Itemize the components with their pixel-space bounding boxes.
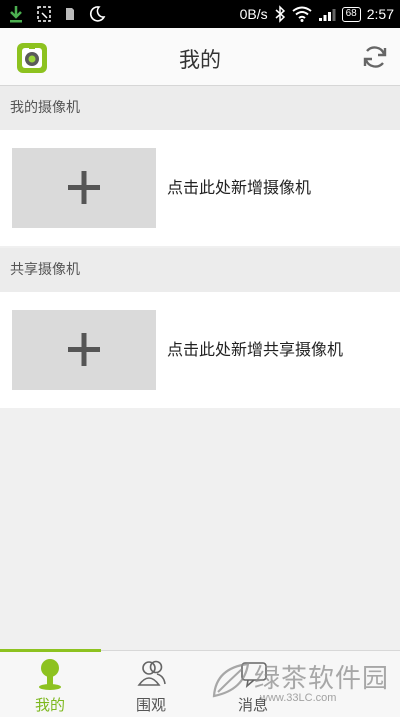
status-bar: 0B/s 68 2:57 <box>0 0 400 28</box>
signal-icon <box>318 9 336 21</box>
network-speed: 0B/s <box>239 6 268 22</box>
refresh-icon[interactable] <box>360 42 390 72</box>
status-right: 0B/s 68 2:57 <box>240 0 394 28</box>
plus-icon <box>68 333 100 366</box>
screenshot-icon <box>37 6 51 22</box>
bluetooth-icon <box>275 5 285 23</box>
add-camera-label[interactable]: 点击此处新增摄像机 <box>167 130 311 246</box>
add-shared-camera-label[interactable]: 点击此处新增共享摄像机 <box>167 292 343 408</box>
add-shared-camera-button[interactable] <box>12 310 156 390</box>
plus-icon <box>68 171 100 204</box>
watermark-logo-icon <box>212 662 250 698</box>
status-left <box>8 0 106 28</box>
add-camera-button[interactable] <box>12 148 156 228</box>
download-icon <box>10 6 22 23</box>
watermark: 绿茶软件园 www.33LC.com <box>210 656 396 714</box>
add-camera-card[interactable]: 点击此处新增摄像机 <box>0 130 400 246</box>
clock: 2:57 <box>366 6 394 22</box>
shared-cameras-header: 共享摄像机 <box>0 248 400 292</box>
tab-mine-label: 我的 <box>34 696 65 714</box>
title-bar: 我的 <box>0 28 400 86</box>
person-icon <box>39 659 61 690</box>
my-cameras-header: 我的摄像机 <box>0 86 400 130</box>
add-shared-camera-card[interactable]: 点击此处新增共享摄像机 <box>0 292 400 408</box>
tab-mine[interactable]: 我的 <box>0 651 100 717</box>
sim-icon <box>66 8 74 20</box>
battery-icon: 68 <box>341 6 361 22</box>
tab-watch[interactable]: 围观 <box>101 651 201 717</box>
people-icon <box>137 660 166 686</box>
wifi-icon <box>292 6 312 22</box>
moon-icon <box>89 6 106 22</box>
page-title: 我的 <box>179 48 221 72</box>
watermark-text: 绿茶软件园 <box>254 664 390 694</box>
watermark-url: www.33LC.com <box>260 692 337 704</box>
tab-watch-label: 围观 <box>135 696 166 714</box>
